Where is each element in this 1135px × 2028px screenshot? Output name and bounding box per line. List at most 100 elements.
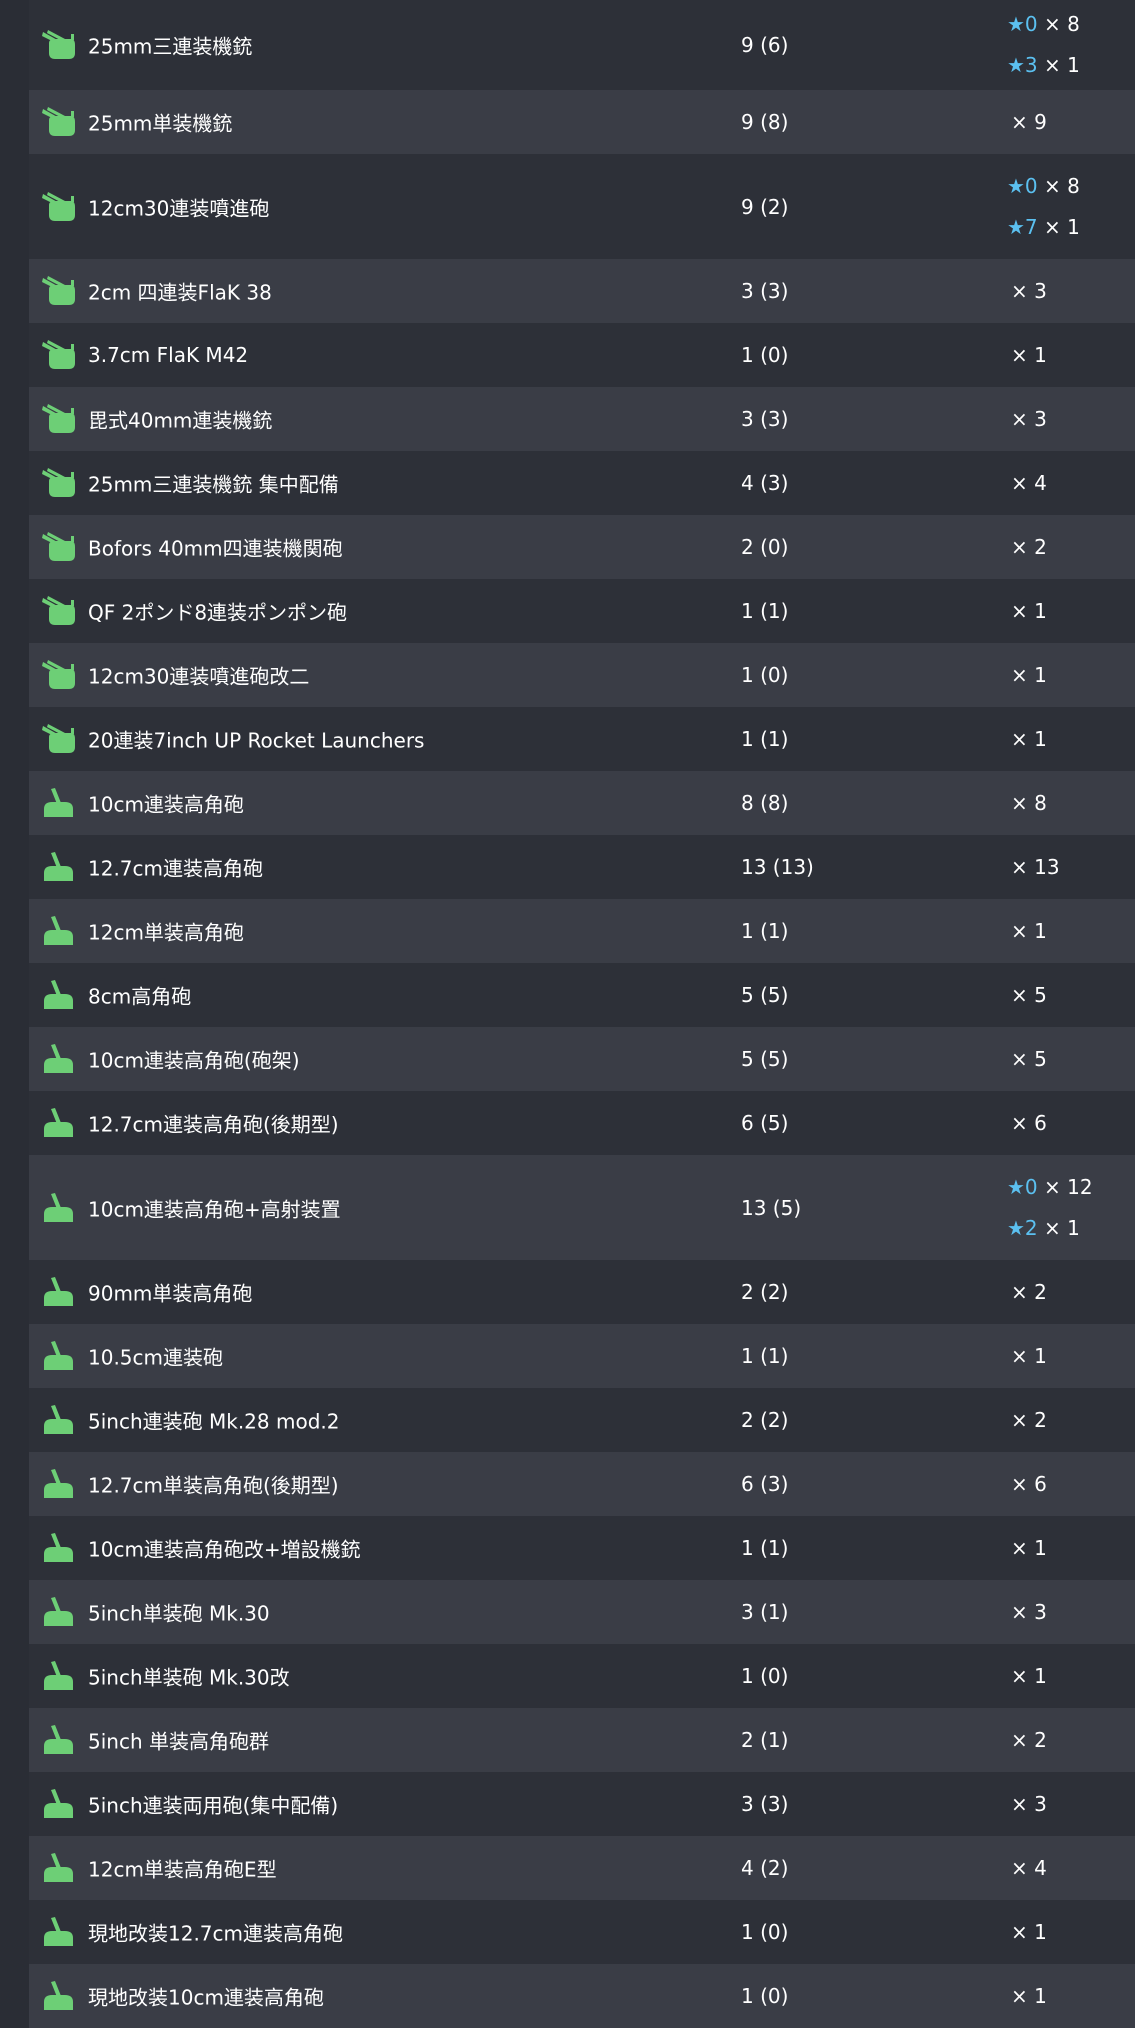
equipment-name: 10.5cm連装砲 (88, 1345, 224, 1370)
aa-gun-icon (41, 467, 77, 499)
quantity: × 9 (1011, 110, 1047, 134)
quantity: × 1 (1011, 1984, 1047, 2008)
quantity: × 1 (1011, 727, 1047, 751)
ha-gun-icon (41, 1192, 77, 1224)
star-level: ★0 (1007, 12, 1038, 36)
ha-gun-icon (41, 1660, 77, 1692)
quantity: × 6 (1011, 1111, 1047, 1135)
table-row[interactable]: 90mm単装高角砲 2 (2) × 2 (29, 1260, 1135, 1324)
table-row[interactable]: 10.5cm連装砲 1 (1) × 1 (29, 1324, 1135, 1388)
table-row[interactable]: 5inch単装砲 Mk.30改 1 (0) × 1 (29, 1644, 1135, 1708)
table-row[interactable]: 5inch連装両用砲(集中配備) 3 (3) × 3 (29, 1772, 1135, 1836)
improvement-breakdown: × 1 (1007, 919, 1047, 943)
quantity: × 2 (1011, 1728, 1047, 1752)
star-quantity: × 1 (1044, 214, 1080, 239)
improvement-breakdown: ★0 × 8 ★7 × 1 (1007, 166, 1080, 248)
table-row[interactable]: 12cm単装高角砲 1 (1) × 1 (29, 899, 1135, 963)
equipment-name: 2cm 四連装FlaK 38 (88, 280, 272, 305)
quantity: × 3 (1011, 1792, 1047, 1816)
table-row[interactable]: 12cm30連装噴進砲改二 1 (0) × 1 (29, 643, 1135, 707)
star-quantity: × 8 (1044, 173, 1080, 198)
star-level: ★2 (1007, 1215, 1038, 1240)
equipment-name: 12cm30連装噴進砲改二 (88, 664, 310, 689)
improvement-breakdown: × 1 (1007, 1536, 1047, 1560)
quantity: × 1 (1011, 599, 1047, 623)
quantity: × 1 (1011, 1664, 1047, 1688)
ha-gun-icon (41, 915, 77, 947)
table-row[interactable]: Bofors 40mm四連装機関砲 2 (0) × 2 (29, 515, 1135, 579)
ha-gun-icon (41, 1340, 77, 1372)
ha-gun-icon (41, 979, 77, 1011)
equipment-name: 12.7cm連装高角砲(後期型) (88, 1112, 339, 1137)
equipment-name: 3.7cm FlaK M42 (88, 343, 249, 367)
equipment-count: 9 (8) (741, 110, 789, 134)
quantity: × 2 (1011, 535, 1047, 559)
equipment-count: 13 (5) (741, 1195, 802, 1220)
quantity: × 2 (1011, 1408, 1047, 1432)
star-quantity: × 12 (1044, 1174, 1093, 1199)
improvement-breakdown: ★0 × 8 ★3 × 1 (1007, 4, 1080, 86)
table-row[interactable]: 10cm連装高角砲+高射装置 13 (5) ★0 × 12 ★2 × 1 (29, 1155, 1135, 1260)
table-row[interactable]: 2cm 四連装FlaK 38 3 (3) × 3 (29, 259, 1135, 323)
improvement-breakdown: × 1 (1007, 599, 1047, 623)
equipment-count: 1 (1) (741, 1344, 789, 1368)
table-row[interactable]: 現地改装12.7cm連装高角砲 1 (0) × 1 (29, 1900, 1135, 1964)
table-row[interactable]: 12.7cm連装高角砲 13 (13) × 13 (29, 835, 1135, 899)
equipment-count: 1 (1) (741, 1536, 789, 1560)
aa-gun-icon (41, 659, 77, 691)
table-row[interactable]: 5inch単装砲 Mk.30 3 (1) × 3 (29, 1580, 1135, 1644)
table-row[interactable]: 12cm単装高角砲E型 4 (2) × 4 (29, 1836, 1135, 1900)
improvement-line: ★2 × 1 (1007, 1208, 1093, 1249)
table-row[interactable]: 10cm連装高角砲(砲架) 5 (5) × 5 (29, 1027, 1135, 1091)
table-row[interactable]: 10cm連装高角砲 8 (8) × 8 (29, 771, 1135, 835)
quantity: × 4 (1011, 471, 1047, 495)
table-row[interactable]: 8cm高角砲 5 (5) × 5 (29, 963, 1135, 1027)
equipment-count: 6 (3) (741, 1472, 789, 1496)
improvement-breakdown: × 1 (1007, 1664, 1047, 1688)
improvement-breakdown: × 4 (1007, 471, 1047, 495)
quantity: × 3 (1011, 279, 1047, 303)
table-row[interactable]: 毘式40mm連装機銃 3 (3) × 3 (29, 387, 1135, 451)
table-row[interactable]: 5inch連装砲 Mk.28 mod.2 2 (2) × 2 (29, 1388, 1135, 1452)
quantity: × 1 (1011, 343, 1047, 367)
improvement-line: ★0 × 8 (1007, 4, 1080, 45)
equipment-count: 1 (0) (741, 1664, 789, 1688)
table-row[interactable]: 10cm連装高角砲改+増設機銃 1 (1) × 1 (29, 1516, 1135, 1580)
equipment-name: 5inch連装砲 Mk.28 mod.2 (88, 1409, 340, 1434)
table-row[interactable]: 3.7cm FlaK M42 1 (0) × 1 (29, 323, 1135, 387)
improvement-breakdown: × 1 (1007, 1984, 1047, 2008)
equipment-count: 9 (6) (741, 33, 789, 57)
table-row[interactable]: 12.7cm単装高角砲(後期型) 6 (3) × 6 (29, 1452, 1135, 1516)
quantity: × 5 (1011, 1047, 1047, 1071)
equipment-name: 12cm30連装噴進砲 (88, 196, 270, 220)
quantity: × 1 (1011, 1920, 1047, 1944)
table-row[interactable]: 12.7cm連装高角砲(後期型) 6 (5) × 6 (29, 1091, 1135, 1155)
table-row[interactable]: 20連装7inch UP Rocket Launchers 1 (1) × 1 (29, 707, 1135, 771)
table-row[interactable]: 12cm30連装噴進砲 9 (2) ★0 × 8 ★7 × 1 (29, 154, 1135, 259)
ha-gun-icon (41, 1043, 77, 1075)
improvement-breakdown: × 2 (1007, 1408, 1047, 1432)
equipment-count: 4 (3) (741, 471, 789, 495)
quantity: × 3 (1011, 407, 1047, 431)
equipment-count: 3 (3) (741, 407, 789, 431)
aa-gun-icon (41, 275, 77, 307)
table-row[interactable]: 25mm三連装機銃 集中配備 4 (3) × 4 (29, 451, 1135, 515)
quantity: × 8 (1011, 791, 1047, 815)
ha-gun-icon (41, 1980, 77, 2012)
equipment-count: 3 (3) (741, 1792, 789, 1816)
quantity: × 1 (1011, 1344, 1047, 1368)
improvement-breakdown: × 13 (1007, 855, 1060, 879)
quantity: × 3 (1011, 1600, 1047, 1624)
equipment-count: 9 (2) (741, 194, 789, 219)
table-row[interactable]: 25mm三連装機銃 9 (6) ★0 × 8 ★3 × 1 (29, 0, 1135, 90)
quantity: × 1 (1011, 1536, 1047, 1560)
table-row[interactable]: 25mm単装機銃 9 (8) × 9 (29, 90, 1135, 154)
table-row[interactable]: 5inch 単装高角砲群 2 (1) × 2 (29, 1708, 1135, 1772)
table-row[interactable]: QF 2ポンド8連装ポンポン砲 1 (1) × 1 (29, 579, 1135, 643)
ha-gun-icon (41, 1596, 77, 1628)
table-row[interactable]: 現地改装10cm連装高角砲 1 (0) × 1 (29, 1964, 1135, 2028)
aa-gun-icon (41, 106, 77, 138)
equipment-name: 90mm単装高角砲 (88, 1281, 253, 1306)
aa-gun-icon (41, 531, 77, 563)
equipment-name: 8cm高角砲 (88, 984, 192, 1009)
